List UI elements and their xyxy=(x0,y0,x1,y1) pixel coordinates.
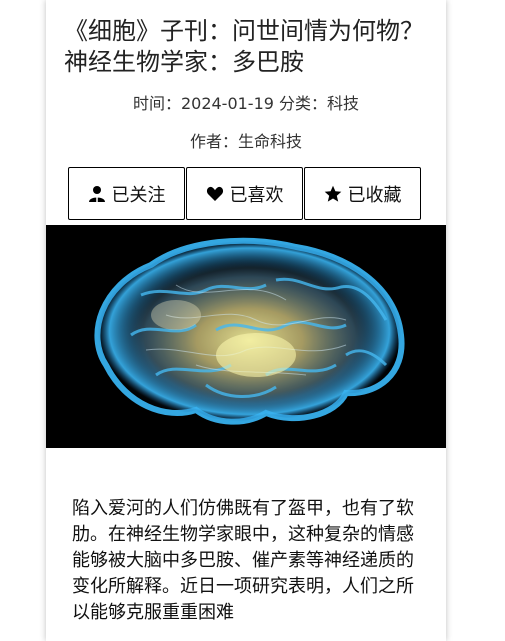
article-column: 《细胞》子刊：问世间情为何物？神经生物学家：多巴胺 时间：2024-01-19 … xyxy=(46,0,446,641)
action-bar: 已关注 已喜欢 已收藏 xyxy=(68,167,446,220)
follow-button-label: 已关注 xyxy=(111,184,166,206)
article-hero-image xyxy=(46,225,446,448)
user-icon xyxy=(88,185,106,203)
article-body: 陷入爱河的人们仿佛既有了盔甲，也有了软肋。在神经生物学家眼中，这种复杂的情感能够… xyxy=(72,498,414,623)
follow-button[interactable]: 已关注 xyxy=(68,167,185,220)
brain-illustration xyxy=(46,225,446,448)
article-author: 作者：生命科技 xyxy=(189,132,302,151)
like-button[interactable]: 已喜欢 xyxy=(186,167,303,220)
article-title: 《细胞》子刊：问世间情为何物？神经生物学家：多巴胺 xyxy=(64,17,424,76)
like-button-label: 已喜欢 xyxy=(229,184,284,206)
page-margin-right xyxy=(446,0,505,641)
heart-icon xyxy=(206,185,224,203)
page-margin-left xyxy=(0,0,46,641)
star-icon xyxy=(324,185,342,203)
favorite-button-label: 已收藏 xyxy=(347,184,402,206)
favorite-button[interactable]: 已收藏 xyxy=(304,167,421,220)
article-meta: 时间：2024-01-19 分类：科技 xyxy=(132,94,360,113)
page: 《细胞》子刊：问世间情为何物？神经生物学家：多巴胺 时间：2024-01-19 … xyxy=(0,0,505,641)
